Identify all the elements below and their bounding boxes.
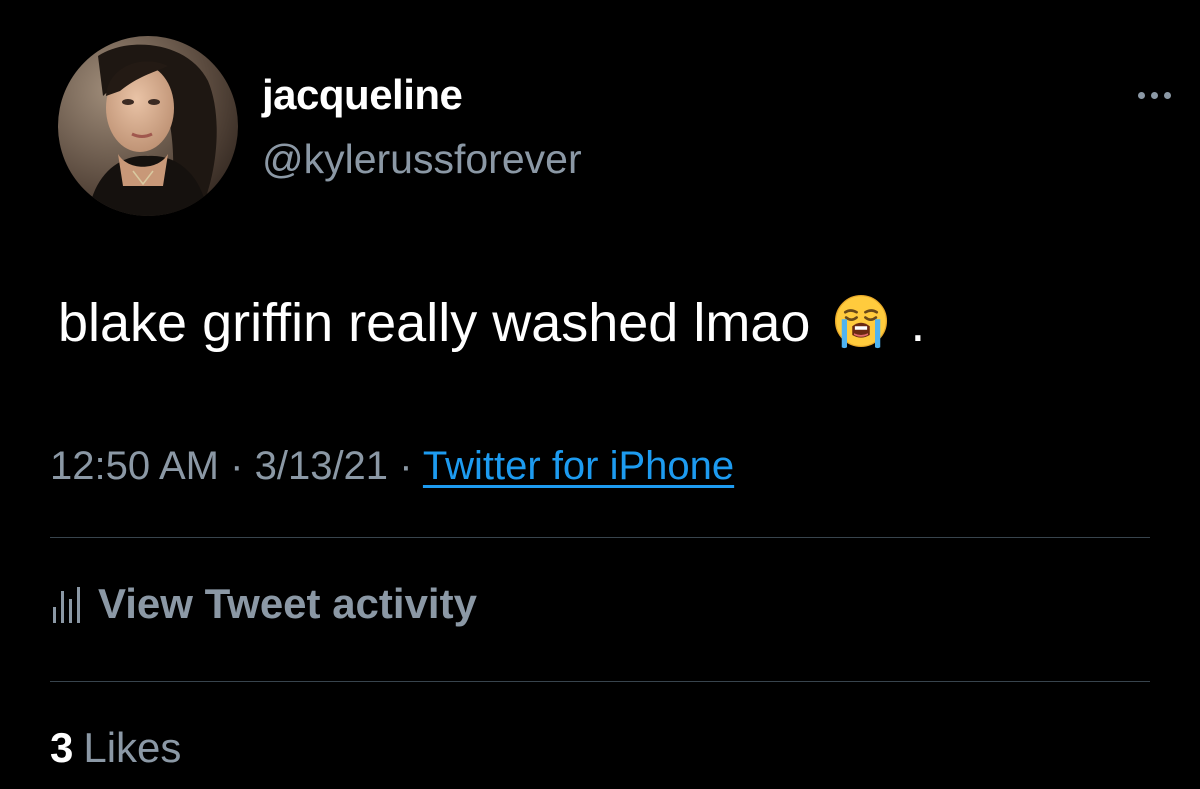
tweet-text-main: blake griffin really washed lmao [58, 293, 811, 353]
more-dot-icon [1150, 91, 1158, 99]
tweet-source-link[interactable]: Twitter for iPhone [423, 444, 734, 488]
tweet-date[interactable]: 3/13/21 [255, 444, 388, 488]
more-options-button[interactable] [1124, 80, 1184, 110]
display-name[interactable]: jacqueline [262, 70, 463, 120]
view-tweet-activity-button[interactable]: View Tweet activity [50, 576, 477, 632]
user-handle[interactable]: @kylerussforever [262, 134, 582, 184]
more-dot-icon [1137, 91, 1145, 99]
loudly-crying-face-icon [835, 294, 888, 349]
tweet-text-trailing: . [910, 293, 926, 353]
divider [50, 537, 1150, 538]
tweet-metadata: 12:50 AM · 3/13/21 · Twitter for iPhone [50, 440, 734, 492]
avatar-photo [58, 36, 238, 216]
divider [50, 681, 1150, 682]
more-dot-icon [1163, 91, 1171, 99]
likes-count[interactable]: 3 Likes [50, 722, 181, 774]
meta-separator: · [230, 444, 244, 488]
likes-number: 3 [50, 724, 74, 771]
tweet-text: blake griffin really washed lmao . [58, 290, 925, 356]
view-tweet-activity-label: View Tweet activity [98, 580, 477, 627]
tweet-detail: jacqueline @kylerussforever blake griffi… [0, 0, 1200, 789]
analytics-bars-icon [53, 587, 80, 623]
likes-label: Likes [83, 724, 182, 771]
tweet-time[interactable]: 12:50 AM [50, 444, 219, 488]
avatar[interactable] [58, 36, 238, 216]
meta-separator: · [399, 444, 413, 488]
